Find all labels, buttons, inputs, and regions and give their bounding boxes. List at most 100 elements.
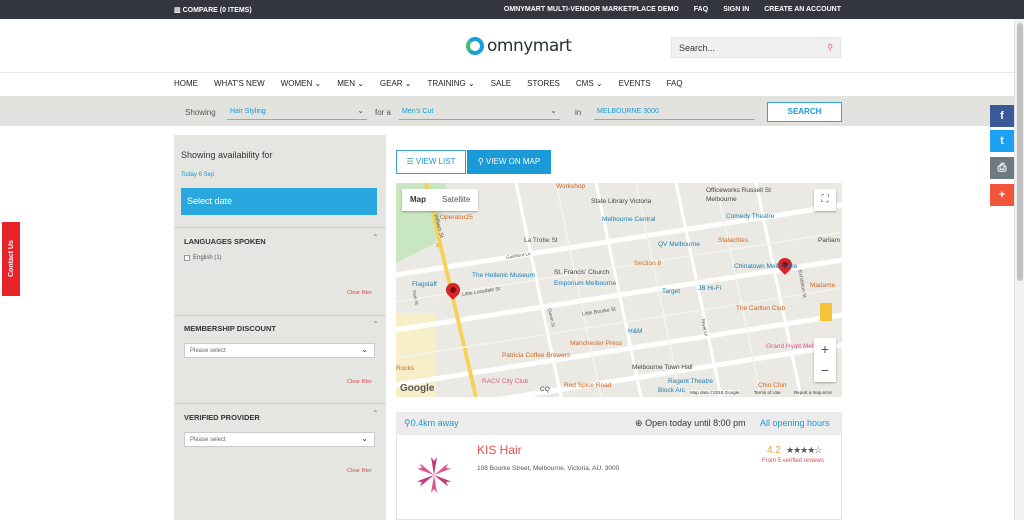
search-input[interactable] bbox=[672, 38, 822, 57]
store-logo[interactable] bbox=[413, 454, 455, 496]
map-label: Emporium Melbourne bbox=[554, 280, 617, 287]
nav-gear[interactable]: GEAR ⌄ bbox=[380, 79, 412, 88]
pegman-icon[interactable] bbox=[820, 303, 832, 321]
availability-date[interactable]: Today 6 Sep bbox=[181, 172, 214, 178]
map-label: Patricia Coffee Brewers bbox=[502, 352, 571, 359]
map-label: Chin Chin bbox=[758, 382, 787, 389]
verified-select[interactable]: Please select ⌄ bbox=[184, 432, 375, 447]
in-label: in bbox=[575, 108, 582, 117]
search-box: ⚲ bbox=[671, 37, 841, 58]
map-label: Rocks bbox=[396, 365, 415, 372]
header-divider bbox=[0, 72, 1014, 73]
map-tab[interactable]: Map bbox=[402, 189, 434, 211]
nav-men[interactable]: MEN ⌄ bbox=[337, 79, 364, 88]
nav-cms[interactable]: CMS ⌄ bbox=[576, 79, 603, 88]
create-account-link[interactable]: CREATE AN ACCOUNT bbox=[764, 6, 841, 13]
nav-whats-new[interactable]: WHAT'S NEW bbox=[214, 79, 265, 88]
english-checkbox[interactable]: English (1) bbox=[184, 255, 222, 261]
map-label: H&M bbox=[628, 328, 643, 335]
map-label: JB Hi-Fi bbox=[698, 285, 722, 292]
twitter-icon[interactable]: t bbox=[990, 130, 1014, 152]
chevron-down-icon: ⌄ bbox=[361, 434, 368, 443]
map-label: Chinatown Melbourne bbox=[734, 263, 798, 270]
clear-filter-link[interactable]: Clear filter bbox=[347, 379, 372, 385]
compare-label: COMPARE (0 ITEMS) bbox=[182, 7, 252, 14]
distance: ⚲0.4km away bbox=[404, 418, 459, 429]
map-label: Operator25 bbox=[440, 214, 473, 221]
print-icon[interactable]: ⎙ bbox=[990, 157, 1014, 179]
zoom-out-icon[interactable]: − bbox=[814, 360, 836, 382]
type-select[interactable]: Men's Cut ⌄ bbox=[399, 104, 560, 120]
facebook-icon[interactable]: f bbox=[990, 105, 1014, 127]
map-label: QV Melbourne bbox=[658, 241, 700, 248]
star-rating: ★★★★☆ bbox=[786, 445, 822, 455]
search-icon[interactable]: ⚲ bbox=[827, 43, 833, 52]
marketplace-demo-link[interactable]: OMNYMART MULTI-VENDOR MARKETPLACE DEMO bbox=[504, 6, 679, 13]
map-label: State Library Victoria bbox=[591, 198, 652, 205]
clear-filter-link[interactable]: Clear filter bbox=[347, 290, 372, 296]
type-value: Men's Cut bbox=[402, 108, 434, 115]
clock-icon: ⊕ bbox=[635, 418, 643, 428]
chevron-up-icon[interactable]: ⌃ bbox=[372, 409, 379, 418]
sign-in-link[interactable]: SIGN IN bbox=[723, 6, 749, 13]
plus-icon[interactable]: + bbox=[990, 184, 1014, 206]
map-label: Melbourne Town Hall bbox=[632, 364, 693, 371]
map-label: Madame bbox=[810, 282, 836, 289]
logo-mark-icon bbox=[466, 37, 484, 55]
select-date-button[interactable]: Select date bbox=[181, 188, 377, 215]
scrollbar-thumb[interactable] bbox=[1017, 23, 1023, 281]
all-opening-hours-link[interactable]: All opening hours bbox=[760, 418, 830, 428]
checkbox-box[interactable] bbox=[184, 255, 190, 261]
store-address: 108 Bourke Street, Melbourne, Victoria, … bbox=[477, 465, 620, 472]
contact-us-tab[interactable]: Contact Us bbox=[1, 221, 21, 297]
open-status-text: Open today until 8:00 pm bbox=[645, 418, 746, 428]
nav-women[interactable]: WOMEN ⌄ bbox=[281, 79, 321, 88]
reviews-link[interactable]: From 5 verified reviews bbox=[762, 458, 824, 464]
store-name[interactable]: KIS Hair bbox=[477, 443, 522, 457]
map-type-tabs: Map Satellite bbox=[402, 189, 479, 211]
view-on-map-button[interactable]: ⚲ VIEW ON MAP bbox=[467, 150, 551, 174]
chevron-up-icon[interactable]: ⌃ bbox=[372, 233, 379, 242]
nav-stores[interactable]: STORES bbox=[527, 79, 560, 88]
top-bar: ▥ COMPARE (0 ITEMS) OMNYMART MULTI-VENDO… bbox=[0, 0, 1024, 19]
google-logo[interactable]: Google bbox=[400, 383, 434, 394]
faq-top-link[interactable]: FAQ bbox=[694, 6, 708, 13]
map-label: RACV City Club bbox=[482, 378, 529, 385]
satellite-tab[interactable]: Satellite bbox=[434, 189, 478, 211]
nav-events[interactable]: EVENTS bbox=[619, 79, 651, 88]
map-label: Melbourne Central bbox=[602, 216, 656, 223]
terms-link[interactable]: Terms of Use bbox=[754, 390, 781, 395]
membership-heading: MEMBERSHIP DISCOUNT bbox=[184, 324, 276, 333]
map-attribution: Map data ©2018 Google bbox=[690, 390, 740, 395]
location-value: MELBOURNE 3000 bbox=[597, 108, 659, 115]
search-button[interactable]: SEARCH bbox=[767, 102, 842, 122]
rating-value: 4.2 bbox=[767, 445, 781, 456]
availability-title: Showing availability for bbox=[181, 150, 273, 160]
verified-placeholder: Please select bbox=[190, 437, 226, 443]
clear-filter-link[interactable]: Clear filter bbox=[347, 468, 372, 474]
location-input[interactable]: MELBOURNE 3000 bbox=[594, 104, 755, 120]
chevron-up-icon[interactable]: ⌃ bbox=[372, 320, 379, 329]
map-label: Comedy Theatre bbox=[726, 213, 775, 220]
english-label: English (1) bbox=[193, 255, 222, 261]
map-pin-icon: ⚲ bbox=[477, 157, 484, 166]
view-list-button[interactable]: ☰ VIEW LIST bbox=[396, 150, 466, 174]
fullscreen-icon[interactable]: ⛶ bbox=[814, 189, 836, 211]
page-scrollbar[interactable] bbox=[1014, 19, 1024, 520]
nav-faq[interactable]: FAQ bbox=[667, 79, 683, 88]
map-view[interactable]: Map Satellite ⛶ + − Workshop Officeworks… bbox=[396, 183, 842, 397]
map-label: The Hellenic Museum bbox=[472, 272, 535, 279]
compare-link[interactable]: ▥ COMPARE (0 ITEMS) bbox=[174, 6, 252, 14]
report-error-link[interactable]: Report a map error bbox=[794, 390, 832, 395]
map-label: Melbourne bbox=[706, 196, 737, 203]
site-logo[interactable]: omnymart bbox=[466, 36, 572, 56]
nav-home[interactable]: HOME bbox=[174, 79, 198, 88]
showing-label: Showing bbox=[185, 108, 216, 117]
service-select[interactable]: Hair Styling ⌄ bbox=[227, 104, 367, 120]
zoom-in-icon[interactable]: + bbox=[814, 338, 836, 360]
map-label: The Carlton Club bbox=[736, 305, 786, 312]
map-label: Parliam bbox=[818, 237, 841, 244]
membership-select[interactable]: Please select ⌄ bbox=[184, 343, 375, 358]
nav-training[interactable]: TRAINING ⌄ bbox=[428, 79, 475, 88]
nav-sale[interactable]: SALE bbox=[491, 79, 511, 88]
